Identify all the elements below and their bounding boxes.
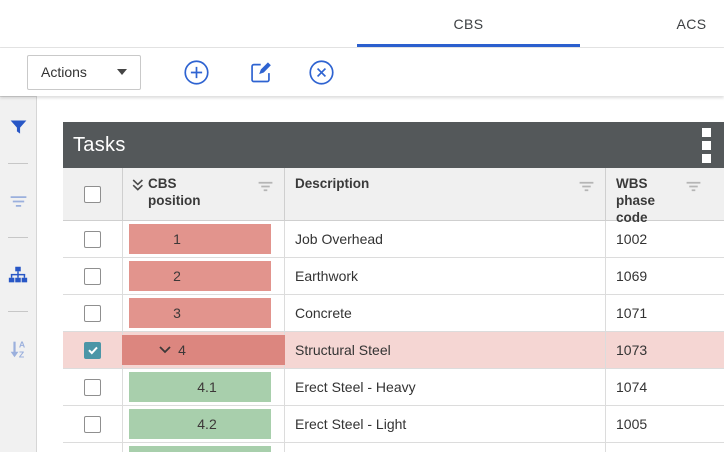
table-row: 4.2 Erect Steel - Light 1005 [63, 406, 724, 443]
table-row [63, 443, 724, 452]
wbs-phase-code-cell[interactable] [606, 443, 724, 452]
panel-title: Tasks [73, 134, 126, 157]
position-badge[interactable]: 4 [122, 335, 285, 365]
table-header-row: CBS position Description [63, 168, 724, 221]
table-row: 2 Earthwork 1069 [63, 258, 724, 295]
description-cell[interactable]: Concrete [285, 295, 606, 331]
tab-cbs-label: CBS [454, 16, 484, 32]
tab-cbs[interactable]: CBS [357, 0, 580, 47]
chevron-down-icon[interactable] [159, 346, 171, 354]
row-checkbox[interactable] [84, 268, 101, 285]
position-badge[interactable] [129, 446, 271, 452]
checkbox-cell [63, 369, 123, 405]
position-badge[interactable]: 4.2 [129, 409, 271, 439]
description-cell[interactable]: Job Overhead [285, 221, 606, 257]
wbs-phase-code-cell[interactable]: 1074 [606, 369, 724, 405]
checkbox-cell [63, 332, 123, 368]
hierarchy-icon[interactable] [0, 258, 36, 292]
left-toolbar: A Z [0, 96, 37, 452]
wbs-phase-code-cell[interactable]: 1071 [606, 295, 724, 331]
filter-icon[interactable] [0, 110, 36, 144]
tab-bar: CBS ACS [0, 0, 724, 48]
tasks-panel-header: Tasks [63, 122, 724, 168]
row-lines-icon[interactable] [0, 184, 36, 218]
header-cell-cbs-position: CBS position [123, 168, 285, 220]
divider [8, 163, 28, 164]
column-label: Description [295, 176, 369, 191]
column-filter-icon[interactable] [685, 178, 702, 198]
position-badge[interactable]: 3 [129, 298, 271, 328]
remove-circle-icon[interactable] [307, 58, 335, 86]
position-badge[interactable]: 1 [129, 224, 271, 254]
table-row: 3 Concrete 1071 [63, 295, 724, 332]
wbs-phase-code-cell[interactable]: 1073 [606, 332, 724, 368]
main-area: Tasks CBS position [37, 96, 724, 452]
add-circle-icon[interactable] [182, 58, 210, 86]
row-checkbox-checked[interactable] [84, 342, 101, 359]
actions-dropdown[interactable]: Actions [27, 55, 141, 90]
cbs-position-cell[interactable] [123, 443, 285, 452]
content-area: A Z Tasks [0, 96, 724, 452]
checkbox-cell [63, 221, 123, 257]
tasks-panel: Tasks CBS position [63, 122, 724, 452]
description-cell[interactable]: Erect Steel - Heavy [285, 369, 606, 405]
cbs-position-cell[interactable]: 2 [123, 258, 285, 294]
tab-acs[interactable]: ACS [580, 0, 724, 47]
cbs-position-cell[interactable]: 1 [123, 221, 285, 257]
header-cell-wbs-phase-code: WBS phase code [606, 168, 724, 220]
description-cell[interactable] [285, 443, 606, 452]
actions-label: Actions [41, 64, 87, 80]
header-cell-checkbox [63, 168, 123, 220]
select-all-checkbox[interactable] [84, 186, 101, 203]
checkbox-cell [63, 258, 123, 294]
table-row: 4.1 Erect Steel - Heavy 1074 [63, 369, 724, 406]
checkbox-cell [63, 443, 123, 452]
column-label: CBS position [148, 176, 210, 220]
row-checkbox[interactable] [84, 305, 101, 322]
divider [8, 237, 28, 238]
description-cell[interactable]: Earthwork [285, 258, 606, 294]
caret-down-icon [117, 69, 127, 75]
kebab-menu-icon[interactable] [702, 128, 711, 163]
checkbox-cell [63, 295, 123, 331]
header-cell-description: Description [285, 168, 606, 220]
description-cell[interactable]: Erect Steel - Light [285, 406, 606, 442]
cbs-position-cell[interactable]: 4 [123, 332, 285, 368]
wbs-phase-code-cell[interactable]: 1069 [606, 258, 724, 294]
divider [8, 311, 28, 312]
table-row-selected: 4 Structural Steel 1073 [63, 332, 724, 369]
position-badge[interactable]: 4.1 [129, 372, 271, 402]
collapse-all-icon[interactable] [130, 177, 146, 220]
cbs-position-cell[interactable]: 4.2 [123, 406, 285, 442]
column-filter-icon[interactable] [257, 178, 274, 198]
checkbox-cell [63, 406, 123, 442]
cbs-position-cell[interactable]: 3 [123, 295, 285, 331]
row-checkbox[interactable] [84, 379, 101, 396]
edit-icon[interactable] [246, 58, 274, 86]
toolbar: Actions [0, 48, 724, 96]
cbs-position-cell[interactable]: 4.1 [123, 369, 285, 405]
row-checkbox[interactable] [84, 416, 101, 433]
row-checkbox[interactable] [84, 231, 101, 248]
tab-acs-label: ACS [677, 16, 707, 32]
column-label: WBS phase code [616, 176, 662, 227]
position-badge[interactable]: 2 [129, 261, 271, 291]
column-filter-icon[interactable] [578, 178, 595, 198]
svg-text:A: A [19, 340, 26, 350]
description-cell[interactable]: Structural Steel [285, 332, 606, 368]
wbs-phase-code-cell[interactable]: 1005 [606, 406, 724, 442]
svg-text:Z: Z [19, 349, 25, 359]
sort-az-icon[interactable]: A Z [0, 332, 36, 366]
